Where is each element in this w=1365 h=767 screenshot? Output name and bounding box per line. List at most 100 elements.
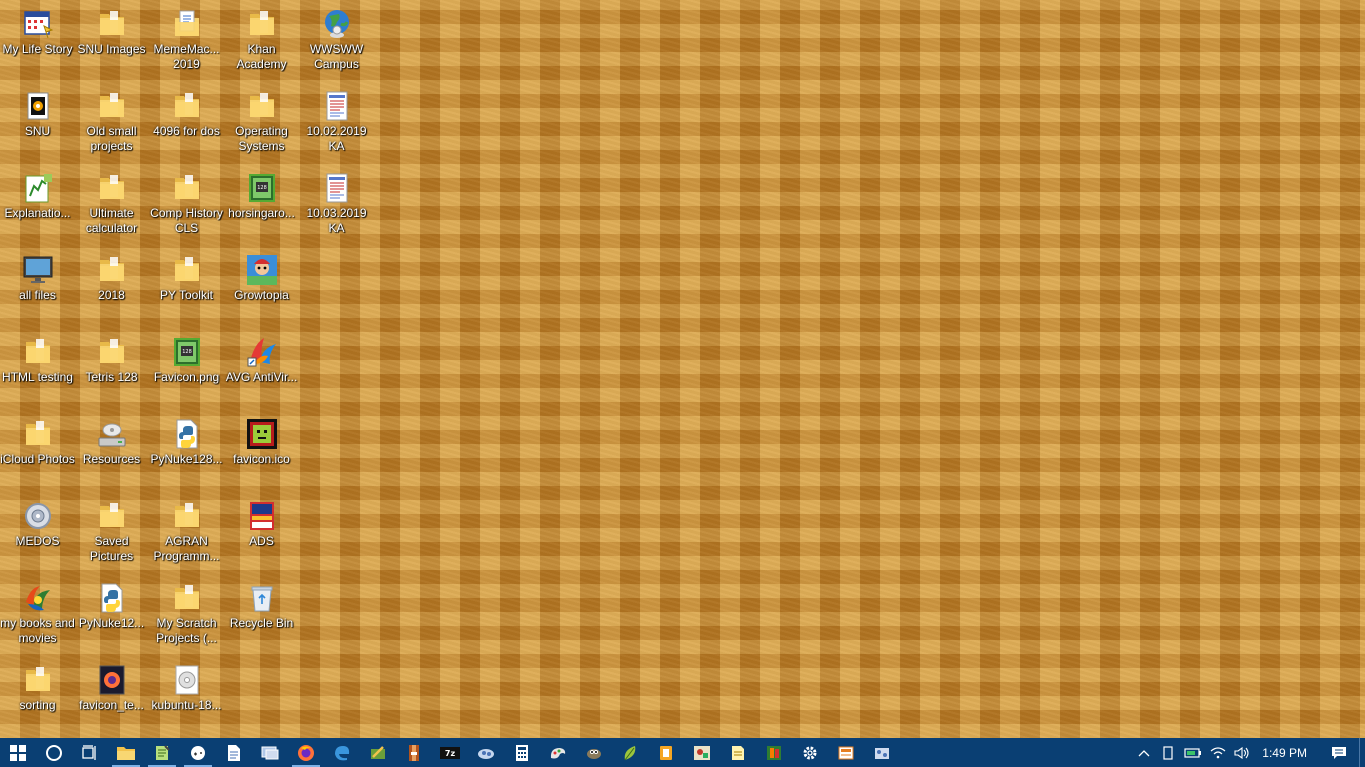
desktop-icon-label: kubuntu-18... (151, 698, 222, 712)
desktop-icon-label: Recycle Bin (229, 616, 294, 630)
svg-text:128: 128 (182, 349, 192, 355)
image-file-icon: 128 (171, 336, 203, 368)
folder-icon (22, 418, 54, 450)
edge-icon (333, 744, 351, 762)
desktop-icon[interactable]: WWSWW Campus (299, 4, 374, 84)
leaf-icon (621, 744, 639, 762)
desktop-icon[interactable]: 4096 for dos (149, 86, 224, 166)
cloud-app-icon (476, 744, 496, 762)
desktop-icon[interactable]: Explanatio... (0, 168, 75, 248)
desktop-icon-label: HTML testing (2, 370, 73, 384)
app-button-5[interactable] (396, 738, 432, 767)
desktop-icon[interactable]: Ultimate calculator (74, 168, 149, 248)
desktop-icon[interactable]: Old small projects (74, 86, 149, 166)
desktop-icon[interactable]: Recycle Bin (224, 578, 299, 658)
desktop-icon[interactable]: sorting (0, 660, 75, 738)
desktop-icon[interactable]: SNU Images (74, 4, 149, 84)
edge-button[interactable] (324, 738, 360, 767)
tools-app-icon (872, 744, 892, 762)
desktop-icon[interactable]: My Life Story (0, 4, 75, 84)
desktop-icon[interactable]: AGRAN Programm... (149, 496, 224, 576)
desktop-icon-label: iCloud Photos (0, 452, 75, 466)
desktop-icon-label: favicon_te... (79, 698, 144, 712)
desktop-icon-label: MemeMac... 2019 (153, 42, 220, 71)
tablet-icon[interactable] (1156, 738, 1180, 767)
wifi-icon[interactable] (1206, 738, 1230, 767)
app-button-13[interactable] (756, 738, 792, 767)
mail-app-icon (837, 744, 855, 762)
desktop-icon[interactable]: Growtopia (224, 250, 299, 330)
search-button[interactable] (36, 738, 72, 767)
app-button-6[interactable] (468, 738, 504, 767)
app-button-15[interactable] (864, 738, 900, 767)
start-button[interactable] (0, 738, 36, 767)
calculator-icon (514, 744, 530, 762)
desktop-icon[interactable]: MEDOS (0, 496, 75, 576)
app-button-3[interactable] (252, 738, 288, 767)
desktop-icon-label: horsingaro... (228, 206, 295, 220)
app-button-12[interactable] (720, 738, 756, 767)
pen-tablet-icon (369, 744, 387, 762)
desktop-icon[interactable]: HTML testing (0, 332, 75, 412)
desktop-icon[interactable]: Comp History CLS (149, 168, 224, 248)
desktop-icon[interactable]: PY Toolkit (149, 250, 224, 330)
folder-icon (171, 254, 203, 286)
app-button-2[interactable] (216, 738, 252, 767)
desktop-icon[interactable]: 2018 (74, 250, 149, 330)
desktop-icon-label: sorting (19, 698, 56, 712)
desktop-icon-label: My Scratch Projects (... (156, 616, 217, 645)
desktop-icon[interactable]: ADS (224, 496, 299, 576)
desktop-icon[interactable]: my books and movies (0, 578, 75, 658)
desktop-icon-label: favicon.ico (233, 452, 290, 466)
clock[interactable]: 1:49 PM (1254, 738, 1319, 767)
folder-icon (116, 744, 136, 762)
app-button-1[interactable] (180, 738, 216, 767)
show-hidden-icons-chevron-icon[interactable] (1132, 738, 1156, 767)
app-button-9[interactable] (612, 738, 648, 767)
desktop-icon-label: Growtopia (234, 288, 289, 302)
firefox-button[interactable] (288, 738, 324, 767)
desktop-icon[interactable]: 10.03.2019 KA (299, 168, 374, 248)
desktop-icon[interactable]: Khan Academy (224, 4, 299, 84)
task-view-icon (81, 744, 99, 761)
app-button-14[interactable] (828, 738, 864, 767)
desktop-icon-label: PyNuke128... (150, 452, 223, 466)
desktop-icon[interactable]: MemeMac... 2019 (149, 4, 224, 84)
app-button-11[interactable] (684, 738, 720, 767)
calculator-button[interactable] (504, 738, 540, 767)
desktop-icon[interactable]: AVG AntiVir... (224, 332, 299, 412)
folder-icon (246, 90, 278, 122)
desktop-icon[interactable]: all files (0, 250, 75, 330)
7zip-icon: 7z (439, 745, 461, 761)
desktop-icon[interactable]: My Scratch Projects (... (149, 578, 224, 658)
folder-icon (96, 90, 128, 122)
desktop-icon[interactable]: kubuntu-18... (149, 660, 224, 738)
desktop-icon[interactable]: PyNuke128... (149, 414, 224, 494)
app-button-10[interactable] (648, 738, 684, 767)
volume-icon[interactable] (1230, 738, 1254, 767)
7zip-button[interactable]: 7z (432, 738, 468, 767)
desktop-icon[interactable]: Tetris 128 (74, 332, 149, 412)
settings-button[interactable] (792, 738, 828, 767)
desktop-icon[interactable]: Resources (74, 414, 149, 494)
file-explorer-button[interactable] (108, 738, 144, 767)
desktop-icon[interactable]: favicon.ico (224, 414, 299, 494)
desktop-icon[interactable]: favicon_te... (74, 660, 149, 738)
app-button-8[interactable] (576, 738, 612, 767)
app-button-7[interactable] (540, 738, 576, 767)
desktop-icon[interactable]: Operating Systems (224, 86, 299, 166)
task-view-button[interactable] (72, 738, 108, 767)
system-tray: 1:49 PM (1132, 738, 1365, 767)
desktop-icon[interactable]: iCloud Photos (0, 414, 75, 494)
desktop-icon[interactable]: PyNuke12... (74, 578, 149, 658)
desktop-icon[interactable]: Saved Pictures (74, 496, 149, 576)
show-desktop-button[interactable] (1359, 738, 1365, 767)
app-button-4[interactable] (360, 738, 396, 767)
desktop-icon[interactable]: 128 horsingaro... (224, 168, 299, 248)
desktop-icon[interactable]: SNU (0, 86, 75, 166)
desktop-icon[interactable]: 10.02.2019 KA (299, 86, 374, 166)
action-center-icon[interactable] (1319, 738, 1359, 767)
desktop-icon[interactable]: 128 Favicon.png (149, 332, 224, 412)
notepad-button[interactable] (144, 738, 180, 767)
battery-icon[interactable] (1180, 738, 1206, 767)
